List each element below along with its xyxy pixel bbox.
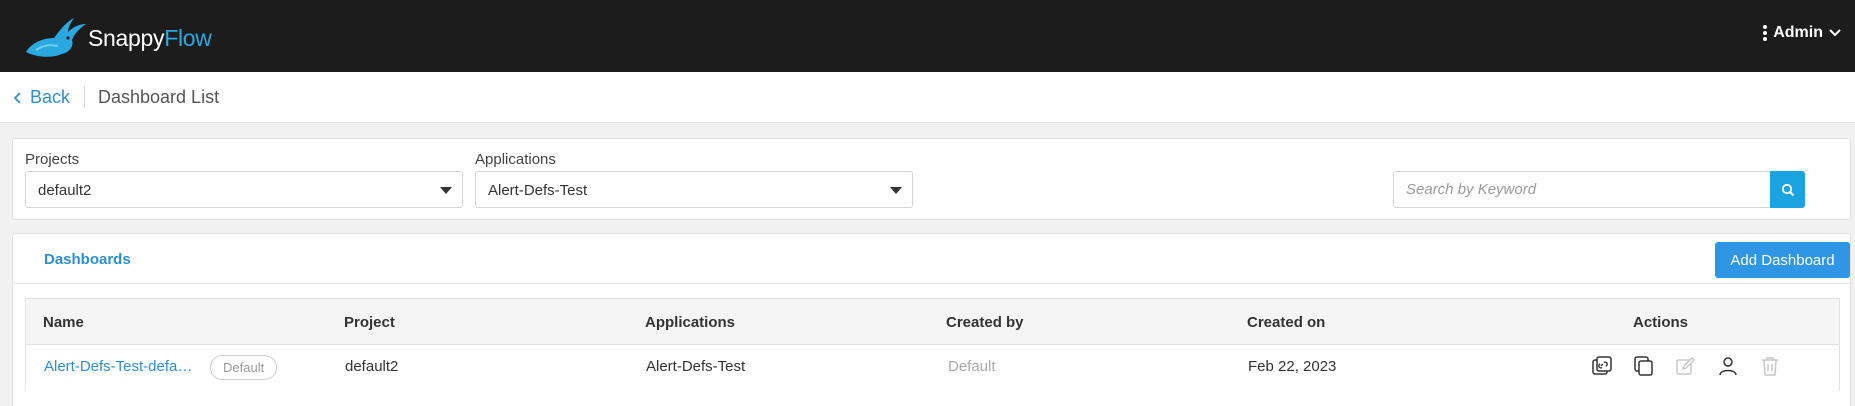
chevron-down-icon: [1829, 29, 1841, 37]
dashboards-panel: Dashboards Add Dashboard Name Project Ap…: [12, 233, 1851, 406]
copy-icon[interactable]: [1631, 353, 1657, 379]
row-created-on: Feb 22, 2023: [1248, 358, 1337, 375]
breadcrumb-divider: [84, 86, 85, 108]
logo-wordmark: SnappyFlow: [88, 25, 212, 51]
column-header-project[interactable]: Project: [344, 314, 395, 331]
table-header: Name Project Applications Created by Cre…: [25, 298, 1840, 345]
breadcrumb: Back Dashboard List: [0, 72, 1855, 123]
user-menu[interactable]: Admin: [1763, 24, 1841, 42]
share-link-icon[interactable]: [1589, 353, 1615, 379]
delete-icon[interactable]: [1757, 353, 1783, 379]
table-row: Alert-Defs-Test-defa… Default default2 A…: [25, 345, 1840, 391]
column-header-created-by[interactable]: Created by: [946, 314, 1024, 331]
user-menu-label: Admin: [1773, 24, 1823, 41]
search-box: [1393, 171, 1805, 208]
applications-select-value: Alert-Defs-Test: [488, 182, 588, 199]
rabbit-logo-icon: [26, 18, 86, 57]
dashboards-table: Name Project Applications Created by Cre…: [25, 298, 1840, 391]
snappyflow-logo[interactable]: SnappyFlow: [22, 12, 212, 60]
search-icon: [1781, 183, 1794, 196]
tab-dashboards[interactable]: Dashboards: [44, 251, 131, 268]
back-label: Back: [30, 87, 71, 107]
dropdown-caret-icon: [440, 187, 452, 194]
row-project: default2: [345, 358, 399, 375]
top-nav-bar: SnappyFlow Admin: [0, 0, 1855, 72]
dashboards-header: Dashboards Add Dashboard: [13, 234, 1850, 284]
dropdown-caret-icon: [890, 187, 902, 194]
add-dashboard-button[interactable]: Add Dashboard: [1715, 242, 1850, 278]
applications-select[interactable]: Alert-Defs-Test: [475, 171, 913, 208]
search-input[interactable]: [1394, 172, 1794, 207]
column-header-name[interactable]: Name: [43, 314, 84, 331]
projects-label: Projects: [25, 151, 80, 168]
projects-select-value: default2: [38, 182, 92, 199]
filter-panel: Projects default2 Applications Alert-Def…: [12, 138, 1851, 220]
applications-label: Applications: [475, 151, 556, 168]
edit-icon[interactable]: [1673, 353, 1699, 379]
chevron-left-icon: [14, 91, 21, 104]
page-title: Dashboard List: [98, 87, 220, 107]
default-badge: Default: [210, 355, 278, 380]
dashboard-name-link[interactable]: Alert-Defs-Test-defa…: [44, 358, 192, 375]
column-header-actions: Actions: [1633, 314, 1689, 331]
projects-select[interactable]: default2: [25, 171, 463, 208]
row-created-by: Default: [948, 358, 996, 375]
kebab-icon: [1763, 25, 1768, 41]
back-link[interactable]: Back: [14, 87, 70, 108]
column-header-applications[interactable]: Applications: [645, 314, 735, 331]
column-header-created-on[interactable]: Created on: [1247, 314, 1325, 331]
row-applications: Alert-Defs-Test: [646, 358, 746, 375]
search-button[interactable]: [1770, 171, 1805, 208]
user-icon[interactable]: [1715, 353, 1741, 379]
